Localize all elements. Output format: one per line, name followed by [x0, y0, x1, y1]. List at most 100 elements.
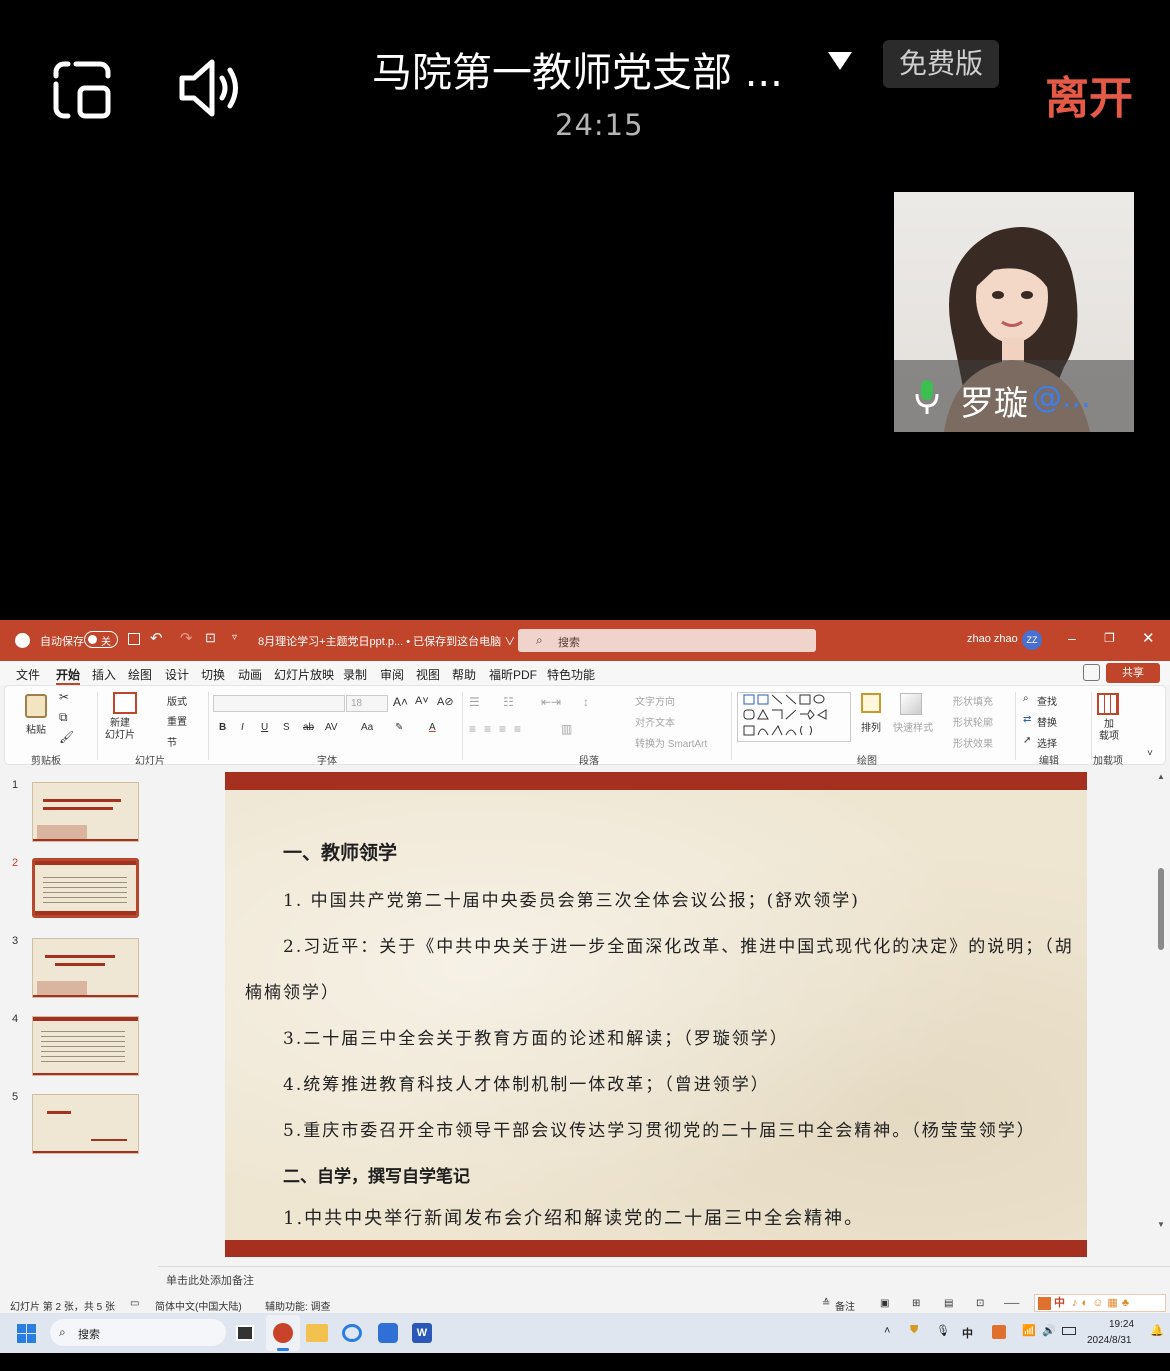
vertical-scrollbar[interactable]: ▲ ▼	[1156, 772, 1166, 1257]
clear-format-icon[interactable]: A⊘	[437, 695, 454, 708]
tab-file[interactable]: 文件	[16, 666, 40, 683]
align-text-button[interactable]: 对齐文本	[635, 714, 675, 729]
align-icons[interactable]: ≡≡≡≡	[469, 722, 529, 736]
smartart-button[interactable]: 转换为 SmartArt	[635, 735, 707, 750]
wifi-icon[interactable]: 📶	[1022, 1324, 1036, 1337]
bullets-icon[interactable]: ☰	[469, 695, 480, 709]
reading-view-icon[interactable]: ▤	[944, 1298, 953, 1309]
bold-icon[interactable]: B	[219, 722, 226, 733]
shape-effects-button[interactable]: 形状效果	[953, 735, 993, 750]
volume-icon[interactable]: 🔊	[1042, 1324, 1056, 1337]
tray-expand-icon[interactable]: ˄	[884, 1325, 890, 1337]
shape-outline-button[interactable]: 形状轮廓	[953, 714, 993, 729]
tab-insert[interactable]: 插入	[92, 666, 116, 683]
change-case-icon[interactable]: Aa	[361, 722, 373, 733]
notes-toggle[interactable]: 备注	[835, 1298, 855, 1313]
file-explorer-icon[interactable]	[306, 1324, 328, 1342]
mic-tray-icon[interactable]: 🎙	[936, 1324, 950, 1337]
font-color-icon[interactable]: A	[429, 722, 436, 733]
find-button[interactable]: 查找	[1037, 693, 1057, 708]
indent-icon[interactable]: ⇤⇥	[541, 695, 561, 709]
paste-button[interactable]: 粘贴	[26, 721, 46, 736]
arrange-button[interactable]: 排列	[861, 719, 881, 734]
customize-toolbar-icon[interactable]: ▿	[232, 632, 237, 643]
select-button[interactable]: 选择	[1037, 735, 1057, 750]
tab-view[interactable]: 视图	[416, 666, 440, 683]
slide-canvas[interactable]: 一、教师领学 1. 中国共产党第二十届中央委员会第三次全体会议公报；(舒欢领学)…	[225, 772, 1087, 1257]
tab-foxit-pdf[interactable]: 福昕PDF	[489, 666, 537, 683]
clock-date[interactable]: 2024/8/31	[1087, 1335, 1132, 1346]
file-title[interactable]: 8月理论学习+主题党日ppt.p... • 已保存到这台电脑 ∨	[258, 633, 515, 649]
ppt-search-box[interactable]: ⌕ 搜索	[518, 629, 816, 652]
clock-time[interactable]: 19:24	[1109, 1319, 1134, 1330]
shape-fill-button[interactable]: 形状填充	[953, 693, 993, 708]
replace-button[interactable]: 替换	[1037, 714, 1057, 729]
addins-button[interactable]: 加 载项	[1099, 719, 1119, 743]
decrease-font-icon[interactable]: A˅	[415, 695, 429, 707]
title-dropdown-icon[interactable]	[828, 52, 852, 70]
security-icon[interactable]: ⛊	[910, 1324, 918, 1337]
tab-help[interactable]: 帮助	[452, 666, 476, 683]
numbering-icon[interactable]: ☷	[503, 695, 514, 709]
line-spacing-icon[interactable]: ↕	[583, 695, 589, 709]
tab-slideshow[interactable]: 幻灯片放映	[274, 666, 334, 683]
font-name-box[interactable]	[213, 695, 345, 712]
quick-styles-button[interactable]: 快速样式	[893, 719, 933, 734]
word-app-icon[interactable]: W	[412, 1323, 432, 1343]
share-button[interactable]: 共享	[1106, 663, 1160, 683]
accessibility-indicator[interactable]: 辅助功能: 调查	[265, 1298, 331, 1313]
italic-icon[interactable]: I	[241, 722, 244, 733]
new-slide-icon[interactable]	[113, 692, 137, 714]
font-size-box[interactable]: 18	[346, 695, 388, 712]
tab-review[interactable]: 审阅	[380, 666, 404, 683]
highlight-icon[interactable]: ✎	[395, 722, 403, 733]
quick-styles-icon[interactable]	[900, 693, 922, 715]
input-language[interactable]: 中	[962, 1325, 973, 1341]
copy-icon[interactable]: ⧉	[59, 710, 68, 725]
meeting-app-icon[interactable]	[342, 1324, 362, 1342]
leave-button[interactable]: 离开	[1045, 62, 1133, 126]
scroll-up-icon[interactable]: ▲	[1157, 772, 1165, 781]
paste-icon[interactable]	[25, 694, 47, 718]
reset-button[interactable]: 重置	[167, 713, 187, 728]
select-icon[interactable]: ➚	[1023, 735, 1031, 746]
spellcheck-icon[interactable]: ▭	[130, 1298, 139, 1309]
user-avatar[interactable]: ZZ	[1022, 630, 1042, 650]
strikethrough-icon[interactable]: ab	[303, 722, 314, 733]
speaker-icon[interactable]	[178, 58, 244, 118]
task-view-icon[interactable]	[236, 1325, 254, 1341]
notes-toggle-icon[interactable]: ≙	[822, 1298, 830, 1309]
text-direction-button[interactable]: 文字方向	[635, 693, 675, 708]
layout-button[interactable]: 版式	[167, 693, 187, 708]
redo-icon[interactable]: ↷	[180, 629, 193, 647]
participant-video-tile[interactable]: 罗璇 @...	[894, 192, 1134, 432]
present-icon[interactable]: ⊡	[205, 630, 216, 646]
shadow-icon[interactable]: S	[283, 722, 290, 733]
tab-animations[interactable]: 动画	[238, 666, 262, 683]
tab-design[interactable]: 设计	[165, 666, 189, 683]
slide-thumbnail-5[interactable]	[32, 1094, 139, 1154]
column-icon[interactable]: ▥	[561, 722, 572, 736]
arrange-icon[interactable]	[861, 693, 881, 713]
find-icon[interactable]: ⌕	[1023, 693, 1029, 704]
new-slide-button[interactable]: 新建 幻灯片	[105, 718, 135, 742]
char-spacing-icon[interactable]: AV	[325, 722, 338, 733]
battery-icon[interactable]	[1062, 1327, 1076, 1335]
notification-icon[interactable]: 🔔	[1150, 1324, 1164, 1337]
tab-record[interactable]: 录制	[343, 666, 367, 683]
scroll-down-icon[interactable]: ▼	[1157, 1220, 1165, 1229]
shapes-gallery[interactable]	[737, 692, 851, 742]
underline-icon[interactable]: U	[261, 722, 268, 733]
increase-font-icon[interactable]: A˄	[393, 695, 408, 709]
ime-toolbar[interactable]: 中 ♪◐☺▦♣	[1034, 1294, 1166, 1312]
scroll-thumb[interactable]	[1158, 868, 1164, 950]
slide-thumbnail-2[interactable]	[32, 858, 139, 918]
normal-view-icon[interactable]: ▣	[880, 1298, 889, 1309]
ime-tray-icon[interactable]	[992, 1325, 1006, 1339]
addins-icon[interactable]	[1097, 693, 1119, 715]
powerpoint-app-icon[interactable]	[266, 1315, 300, 1351]
replace-icon[interactable]: ⇄	[1023, 714, 1031, 725]
tab-home[interactable]: 开始	[56, 666, 81, 685]
meeting-title[interactable]: 马院第一教师党支部 ...	[372, 40, 783, 98]
language-indicator[interactable]: 简体中文(中国大陆)	[155, 1298, 242, 1313]
